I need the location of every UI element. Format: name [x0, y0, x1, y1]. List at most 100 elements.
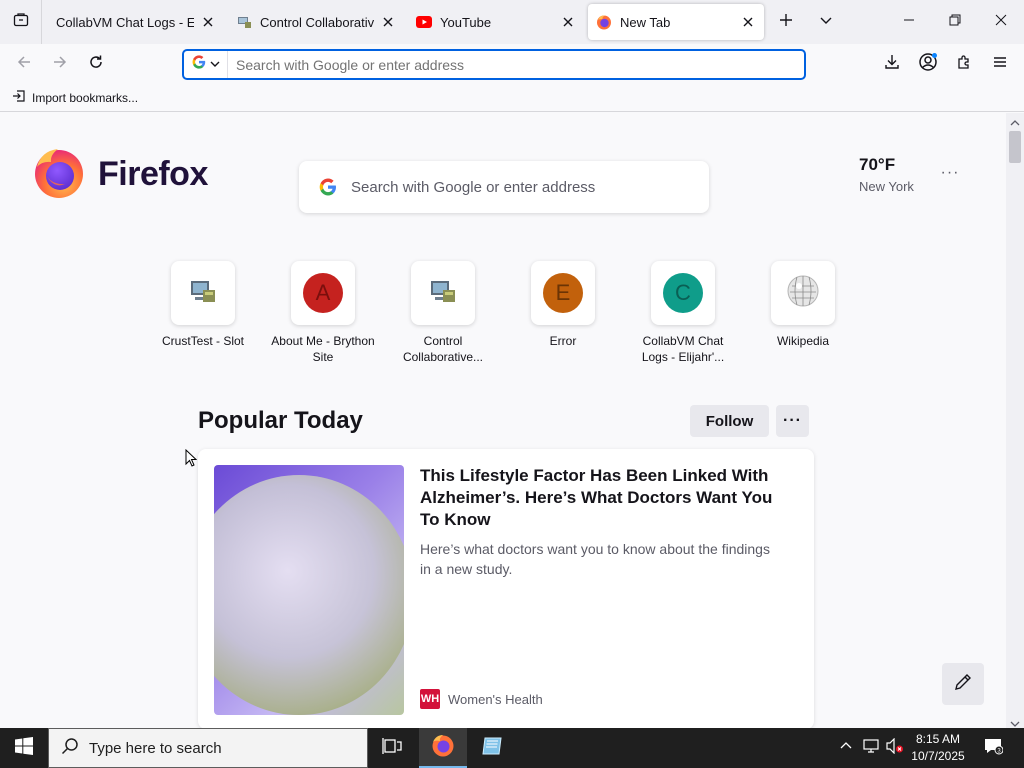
weather-location: New York: [859, 179, 914, 194]
network-button[interactable]: [860, 728, 882, 768]
section-menu-button[interactable]: ···: [776, 405, 809, 437]
search-engine-selector[interactable]: [184, 51, 228, 78]
tab-title: CollabVM Chat Logs - Elijah: [56, 14, 194, 30]
scrollbar-thumb[interactable]: [1009, 131, 1021, 163]
shortcut-label: CollabVM Chat Logs - Elijahr'...: [641, 334, 725, 364]
task-view-button[interactable]: [368, 728, 416, 768]
shortcut-wikipedia[interactable]: Wikipedia: [748, 261, 858, 349]
navigation-toolbar: [0, 44, 1024, 84]
weather-menu-button[interactable]: ···: [940, 164, 960, 181]
close-window-button[interactable]: [978, 0, 1024, 44]
minimize-button[interactable]: [886, 0, 932, 44]
back-button[interactable]: [10, 50, 38, 78]
account-icon: [918, 52, 938, 77]
reload-button[interactable]: [82, 50, 110, 78]
tab-control-collaborative[interactable]: Control Collaborative V: [228, 4, 404, 40]
shortcut-label: Error: [549, 334, 577, 348]
shortcut-tile: [171, 261, 235, 325]
tab-title: Control Collaborative V: [260, 14, 374, 30]
weather-temperature: 70°F: [859, 155, 896, 174]
extensions-button[interactable]: [950, 50, 978, 78]
computer-icon: [236, 14, 252, 30]
reload-icon: [88, 54, 104, 75]
wikipedia-icon: [786, 274, 820, 313]
new-tab-button[interactable]: [772, 8, 800, 36]
tab-list-button[interactable]: [0, 0, 42, 44]
import-icon: [12, 89, 26, 106]
shortcut-crusttest[interactable]: CrustTest - Slot: [148, 261, 258, 349]
volume-button[interactable]: [884, 728, 906, 768]
list-all-tabs-button[interactable]: [812, 8, 840, 36]
forward-arrow-icon: [52, 54, 68, 75]
new-tab-page: Firefox 70°F New York ··· CrustTest - Sl…: [0, 113, 1006, 728]
show-hidden-icons-button[interactable]: [836, 728, 856, 768]
taskbar-search[interactable]: Type here to search: [48, 728, 368, 768]
firefox-logo: Firefox: [32, 145, 208, 204]
taskbar-app[interactable]: [468, 728, 516, 768]
shortcut-label: Control Collaborative...: [402, 334, 484, 364]
clock-time: 8:15 AM: [915, 732, 961, 746]
google-icon: [192, 55, 206, 74]
shortcut-label: About Me - Brython Site: [271, 334, 375, 364]
close-tab-icon[interactable]: [560, 14, 576, 30]
shortcut-control-collaborative[interactable]: Control Collaborative...: [388, 261, 498, 365]
shortcut-about-me[interactable]: A About Me - Brython Site: [268, 261, 378, 365]
address-input[interactable]: [236, 56, 776, 73]
computer-icon: [427, 275, 459, 312]
letter-avatar: C: [663, 273, 703, 313]
start-button[interactable]: [0, 728, 48, 768]
firefox-logo-icon: [32, 145, 86, 204]
forward-button[interactable]: [46, 50, 74, 78]
taskbar-clock[interactable]: 8:15 AM 10/7/2025: [906, 731, 970, 765]
close-icon: [995, 13, 1007, 31]
close-tab-icon[interactable]: [200, 14, 216, 30]
app-menu-button[interactable]: [986, 50, 1014, 78]
shortcut-collabvm-chat-logs[interactable]: C CollabVM Chat Logs - Elijahr'...: [628, 261, 738, 365]
top-sites: CrustTest - Slot A About Me - Brython Si…: [148, 261, 868, 371]
story-card[interactable]: This Lifestyle Factor Has Been Linked Wi…: [198, 449, 814, 728]
close-tab-icon[interactable]: [740, 14, 756, 30]
task-view-icon: [382, 737, 402, 760]
scroll-up-icon[interactable]: [1010, 115, 1020, 126]
tab-list-icon: [13, 12, 29, 33]
story-source-name: Women's Health: [448, 691, 543, 707]
import-bookmarks-button[interactable]: Import bookmarks...: [12, 89, 138, 106]
customize-button[interactable]: [942, 663, 984, 705]
story-title: This Lifestyle Factor Has Been Linked Wi…: [420, 466, 773, 529]
downloads-button[interactable]: [878, 50, 906, 78]
shortcut-tile: E: [531, 261, 595, 325]
weather-widget[interactable]: 70°F New York: [859, 155, 914, 194]
story-image: [214, 465, 404, 715]
scroll-down-icon[interactable]: [1010, 716, 1020, 727]
page-scrollbar[interactable]: [1006, 113, 1024, 728]
account-button[interactable]: [914, 50, 942, 78]
shortcut-error[interactable]: E Error: [508, 261, 618, 349]
hamburger-icon: [992, 54, 1008, 75]
story-excerpt: Here’s what doctors want you to know abo…: [420, 541, 770, 577]
brain-image: [214, 475, 404, 715]
letter-avatar: E: [543, 273, 583, 313]
content-search-box[interactable]: [299, 161, 709, 213]
mouse-cursor-icon: [185, 448, 198, 467]
action-center-button[interactable]: 3: [978, 728, 1008, 768]
address-bar[interactable]: [182, 49, 806, 80]
letter-avatar: A: [303, 273, 343, 313]
windows-taskbar: Type here to search 8:15 AM 10/7/2025 3: [0, 728, 1024, 768]
search-icon: [61, 737, 79, 760]
pencil-icon: [953, 672, 973, 697]
plus-icon: [779, 13, 793, 32]
tab-new-tab[interactable]: New Tab: [588, 4, 764, 40]
chevron-up-icon: [840, 739, 852, 757]
shortcut-label: CrustTest - Slot: [161, 334, 245, 348]
close-tab-icon[interactable]: [380, 14, 396, 30]
download-icon: [884, 54, 900, 75]
tab-collabvm-chat-logs[interactable]: CollabVM Chat Logs - Elijah: [48, 4, 224, 40]
follow-button[interactable]: Follow: [690, 405, 769, 437]
tab-youtube[interactable]: YouTube: [408, 4, 584, 40]
chevron-down-icon: [819, 13, 833, 32]
volume-muted-icon: [886, 737, 904, 759]
content-search-input[interactable]: [351, 178, 691, 196]
restore-button[interactable]: [932, 0, 978, 44]
taskbar-firefox[interactable]: [419, 728, 467, 768]
restore-icon: [949, 13, 961, 31]
